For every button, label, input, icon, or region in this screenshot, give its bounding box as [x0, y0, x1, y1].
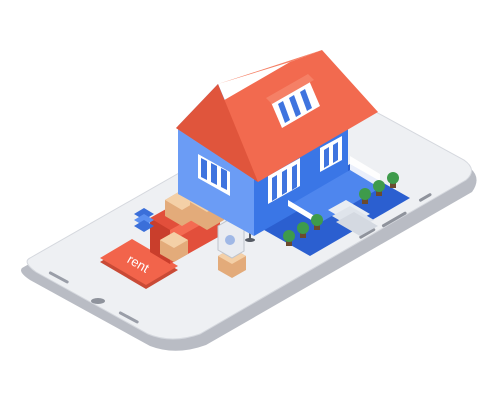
phone-home-button-icon	[91, 298, 105, 304]
isometric-phone-illustration: rent	[21, 50, 477, 388]
